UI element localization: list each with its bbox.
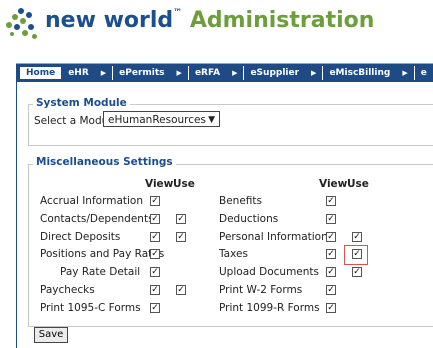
view-checkbox[interactable]: ✓: [326, 267, 336, 277]
caret-right-icon: ▶: [100, 69, 107, 77]
nav-item-erfa[interactable]: eRFA ▶: [188, 66, 245, 80]
caret-right-icon: ▶: [402, 69, 408, 77]
brand-title: new world™ Administration: [45, 8, 374, 33]
setting-label: Benefits: [219, 195, 262, 207]
view-column-header-right: View: [319, 178, 348, 190]
view-checkbox[interactable]: ✓: [326, 303, 336, 313]
view-checkbox[interactable]: ✓: [150, 303, 160, 313]
app-header: new world™ Administration: [0, 0, 433, 58]
use-column-header-right: Use: [347, 178, 369, 190]
setting-label: Contacts/Dependents: [40, 213, 154, 225]
view-checkbox[interactable]: ✓: [150, 285, 160, 295]
view-checkbox[interactable]: ✓: [150, 249, 160, 259]
nav-item-label: e: [420, 68, 427, 78]
view-checkbox[interactable]: ✓: [150, 214, 160, 224]
nav-item-home[interactable]: Home: [19, 66, 63, 80]
nav-item-e[interactable]: e: [414, 66, 433, 80]
use-checkbox[interactable]: ✓: [352, 267, 362, 277]
misc-settings-legend: Miscellaneous Settings: [33, 156, 176, 168]
setting-label: Print 1099-R Forms: [219, 302, 320, 314]
nav-item-emiscbilling[interactable]: eMiscBilling ▶: [323, 66, 415, 80]
caret-right-icon: ▶: [311, 69, 317, 77]
setting-label: Deductions: [219, 213, 279, 225]
system-module-legend: System Module: [33, 97, 130, 109]
module-select-value: eHumanResources: [108, 114, 206, 126]
caret-right-icon: ▶: [232, 69, 238, 77]
setting-label: Paychecks: [40, 284, 95, 296]
nav-item-label: eRFA: [194, 68, 221, 78]
nav-item-label: ePermits: [119, 68, 165, 78]
taxes-use-highlight: [344, 245, 368, 265]
view-checkbox[interactable]: ✓: [326, 214, 336, 224]
setting-label: Positions and Pay Rates: [40, 248, 165, 260]
brand-name: new world: [45, 8, 174, 33]
caret-right-icon: ▶: [176, 69, 182, 77]
use-checkbox[interactable]: ✓: [176, 214, 186, 224]
nav-item-label: eSupplier: [250, 68, 300, 78]
view-checkbox[interactable]: ✓: [150, 196, 160, 206]
setting-label: Print W-2 Forms: [219, 284, 303, 296]
save-button[interactable]: Save: [34, 327, 68, 343]
setting-label: Direct Deposits: [40, 231, 121, 243]
use-checkbox[interactable]: ✓: [176, 232, 186, 242]
setting-label: Print 1095-C Forms: [40, 302, 141, 314]
setting-label: Personal Information: [219, 231, 328, 243]
use-column-header-left: Use: [173, 178, 195, 190]
nav-item-label: Home: [26, 68, 56, 78]
main-nav-bar: Home eHR ▶ ePermits ▶ eRFA ▶ eSupplier ▶ eMiscBil…: [16, 63, 433, 82]
view-checkbox[interactable]: ✓: [326, 196, 336, 206]
section-title: Administration: [189, 8, 375, 33]
use-checkbox[interactable]: ✓: [176, 285, 186, 295]
content-left-border: [16, 81, 17, 348]
view-checkbox[interactable]: ✓: [326, 285, 336, 295]
setting-label: Accrual Information: [40, 195, 143, 207]
view-checkbox[interactable]: ✓: [326, 249, 336, 259]
setting-label: Taxes: [219, 248, 248, 260]
nav-item-epermits[interactable]: ePermits ▶: [113, 66, 189, 80]
chevron-down-icon: ▼: [208, 115, 215, 125]
module-select[interactable]: eHumanResources ▼: [103, 111, 220, 127]
view-checkbox[interactable]: ✓: [326, 232, 336, 242]
nav-item-esupplier[interactable]: eSupplier ▶: [244, 66, 324, 80]
setting-label: Pay Rate Detail: [60, 266, 141, 278]
trademark-mark: ™: [173, 8, 183, 18]
nav-item-label: eHR: [68, 68, 89, 78]
new-world-logo-icon: [4, 6, 42, 46]
nav-item-ehr[interactable]: eHR ▶: [62, 66, 114, 80]
setting-label: Upload Documents: [219, 266, 319, 278]
view-checkbox[interactable]: ✓: [150, 232, 160, 242]
nav-item-label: eMiscBilling: [329, 68, 391, 78]
view-column-header-left: View: [145, 178, 174, 190]
use-checkbox[interactable]: ✓: [352, 232, 362, 242]
view-checkbox[interactable]: ✓: [150, 267, 160, 277]
